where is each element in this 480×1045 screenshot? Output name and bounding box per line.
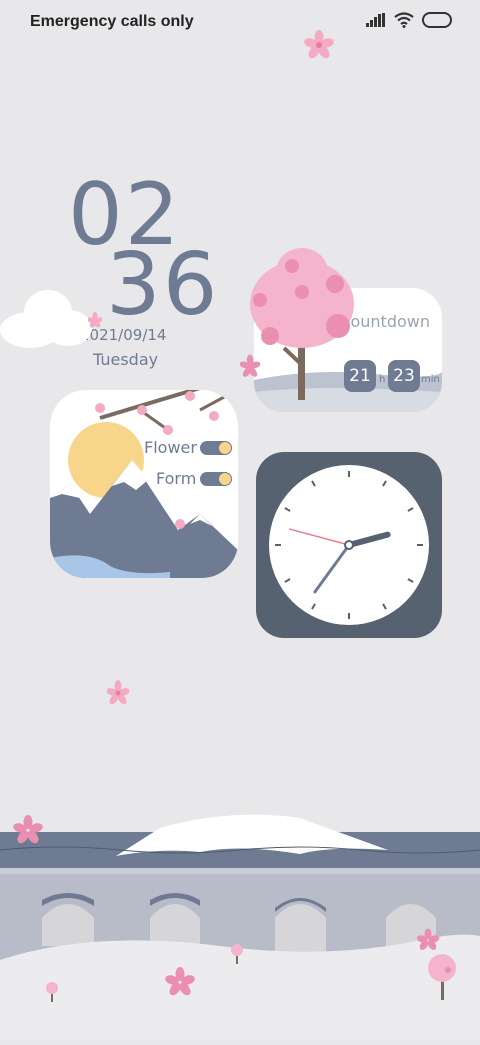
signal-icon [366,13,386,32]
petal-icon [304,30,334,65]
countdown-minutes-unit: min [421,374,440,385]
clock-dial [275,471,423,619]
clock-weekday: Tuesday [93,350,159,369]
petal-icon [87,312,103,333]
countdown-hours-unit: h [379,374,386,385]
clock-tick [311,480,316,487]
clock-minute: 36 [106,235,220,335]
analog-clock-widget[interactable] [256,452,442,638]
cherry-tree-icon [240,244,370,409]
flower-toggle[interactable] [200,441,232,455]
countdown-minutes: 23 [388,360,420,392]
hour-hand [346,531,391,548]
clock-tick [311,603,316,610]
form-label: Form [156,469,197,488]
petal-icon [106,680,130,711]
status-carrier-text: Emergency calls only [30,13,194,30]
clock-tick [284,578,291,583]
minute-hand [313,543,351,594]
clock-tick [382,603,387,610]
second-hand [288,528,350,546]
clock-tick [407,578,414,583]
toggle-knob [219,473,231,485]
flower-widget[interactable]: Flower Form [50,390,238,578]
clock-tick [284,507,291,512]
bridge-landscape [0,790,480,1045]
status-icons [366,12,452,33]
flower-label: Flower [144,438,197,457]
wifi-icon [394,12,414,33]
petal-icon [239,354,261,383]
clock-tick [407,507,414,512]
form-toggle[interactable] [200,472,232,486]
toggle-knob [219,442,231,454]
clock-tick [382,480,387,487]
clock-face [269,465,429,625]
cloud-decoration [0,286,92,355]
battery-icon [422,12,452,33]
